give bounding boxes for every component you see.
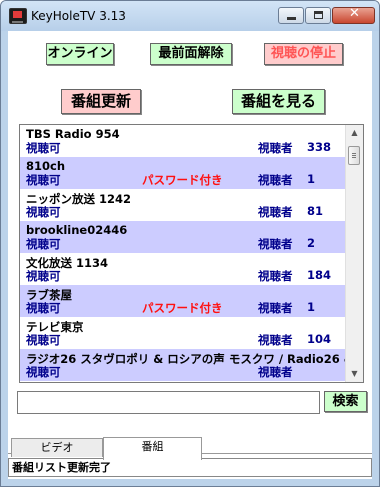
- program-rows: TBS Radio 954 視聴可 視聴者 338 810ch 視聴可 パスワード付き 視聴者…: [20, 125, 363, 381]
- viewer-count: 81: [307, 204, 324, 218]
- program-row[interactable]: ラジオ26 スタヴロポリ & ロシアの声 モスクワ / Radio26 & VO…: [20, 349, 363, 381]
- app-window: KeyHoleTV 3.13 ✕ オンライン 最前面解除 視聴の停止 番組更新 …: [0, 0, 380, 487]
- scroll-down-icon[interactable]: ▼: [346, 366, 363, 382]
- refresh-programs-button[interactable]: 番組更新: [61, 89, 141, 114]
- tab-strip: ビデオ 番組: [8, 437, 372, 460]
- viewers-label: 視聴者: [258, 333, 293, 347]
- maximize-button[interactable]: [305, 7, 331, 24]
- scroll-up-icon[interactable]: ▲: [346, 125, 363, 141]
- stop-viewing-button[interactable]: 視聴の停止: [264, 43, 343, 65]
- viewers-label: 視聴者: [258, 237, 293, 251]
- tab-video[interactable]: ビデオ: [11, 438, 103, 457]
- grip-line: [352, 155, 356, 156]
- viewers-label: 視聴者: [258, 173, 293, 187]
- availability-label: 視聴可: [26, 205, 61, 219]
- program-name: 810ch: [26, 159, 66, 173]
- program-name: TBS Radio 954: [26, 127, 120, 141]
- program-name: ラジオ26 スタヴロポリ & ロシアの声 モスクワ / Radio26 & VO…: [26, 352, 364, 366]
- maximize-icon: [314, 11, 323, 19]
- password-label: パスワード付き: [142, 173, 223, 187]
- close-button[interactable]: ✕: [332, 6, 375, 24]
- program-row[interactable]: ラブ茶屋 視聴可 パスワード付き 視聴者 1: [20, 285, 345, 317]
- viewer-count: 184: [307, 268, 332, 282]
- password-label: パスワード付き: [142, 301, 223, 315]
- availability-label: 視聴可: [26, 237, 61, 251]
- vertical-scrollbar[interactable]: ▲ ▼: [345, 125, 363, 382]
- availability-label: 視聴可: [26, 333, 61, 347]
- availability-label: 視聴可: [26, 173, 61, 187]
- tab-programs[interactable]: 番組: [103, 437, 202, 460]
- availability-label: 視聴可: [26, 141, 61, 155]
- viewer-count: 1: [307, 172, 316, 186]
- program-row[interactable]: ニッポン放送 1242 視聴可 視聴者 81: [20, 189, 345, 221]
- window-title: KeyHoleTV 3.13: [31, 9, 126, 23]
- program-row[interactable]: 810ch 視聴可 パスワード付き 視聴者 1: [20, 157, 345, 189]
- search-input[interactable]: [17, 391, 320, 414]
- viewers-label: 視聴者: [258, 301, 293, 315]
- status-bar: 番組リスト更新完了: [8, 458, 372, 477]
- online-button[interactable]: オンライン: [46, 43, 114, 65]
- viewers-label: 視聴者: [258, 365, 293, 379]
- viewers-label: 視聴者: [258, 141, 293, 155]
- program-list[interactable]: TBS Radio 954 視聴可 視聴者 338 810ch 視聴可 パスワード付き 視聴者…: [19, 124, 364, 383]
- search-button[interactable]: 検索: [324, 391, 367, 412]
- availability-label: 視聴可: [26, 301, 61, 315]
- foreground-release-button[interactable]: 最前面解除: [150, 43, 232, 65]
- grip-line: [352, 153, 356, 154]
- viewers-label: 視聴者: [258, 205, 293, 219]
- scroll-thumb[interactable]: [348, 146, 360, 165]
- viewers-label: 視聴者: [258, 269, 293, 283]
- availability-label: 視聴可: [26, 269, 61, 283]
- grip-line: [352, 157, 356, 158]
- title-bar[interactable]: KeyHoleTV 3.13 ✕: [1, 1, 379, 31]
- viewer-count: 1: [307, 300, 316, 314]
- viewer-count: 338: [307, 140, 332, 154]
- program-row[interactable]: TBS Radio 954 視聴可 視聴者 338: [20, 125, 345, 157]
- close-icon: ✕: [349, 6, 360, 21]
- program-row[interactable]: テレビ東京 視聴可 視聴者 104: [20, 317, 345, 349]
- tv-icon: [9, 8, 27, 24]
- viewer-count: 2: [307, 236, 316, 250]
- minimize-icon: [287, 17, 296, 20]
- watch-program-button[interactable]: 番組を見る: [232, 89, 325, 114]
- program-row[interactable]: brookline02446 視聴可 視聴者 2: [20, 221, 345, 253]
- main-panel: オンライン 最前面解除 視聴の停止 番組更新 番組を見る TBS Radio 9…: [8, 31, 372, 479]
- availability-label: 視聴可: [26, 365, 61, 379]
- minimize-button[interactable]: [278, 7, 304, 24]
- program-row[interactable]: 文化放送 1134 視聴可 視聴者 184: [20, 253, 345, 285]
- viewer-count: 104: [307, 332, 332, 346]
- program-name: brookline02446: [26, 223, 128, 237]
